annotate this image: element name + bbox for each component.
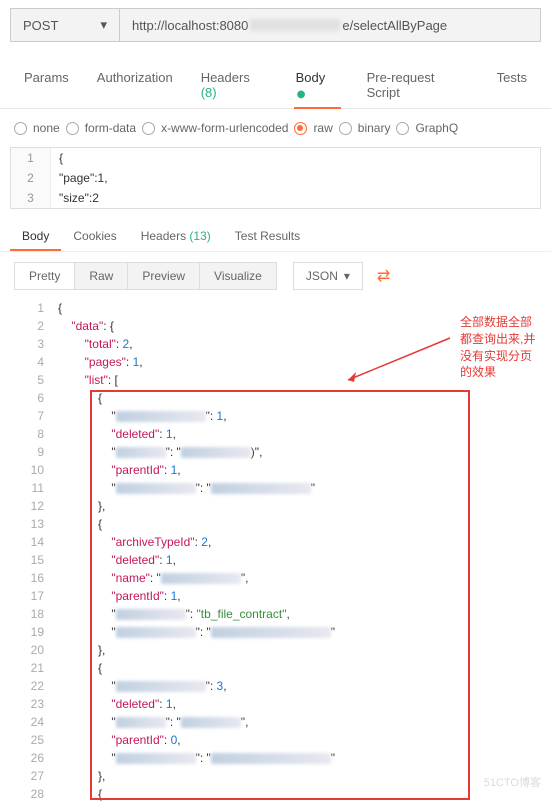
response-line: 24 "": "", bbox=[10, 714, 541, 732]
http-method-select[interactable]: POST ▾ bbox=[10, 8, 120, 42]
tab-params[interactable]: Params bbox=[10, 62, 83, 108]
response-line: 14 "archiveTypeId": 2, bbox=[10, 534, 541, 552]
response-line: 28 { bbox=[10, 786, 541, 804]
response-line: 7 "": 1, bbox=[10, 408, 541, 426]
view-raw[interactable]: Raw bbox=[75, 262, 128, 290]
url-blurred bbox=[250, 19, 340, 31]
response-line: 17 "parentId": 1, bbox=[10, 588, 541, 606]
radio-formdata[interactable]: form-data bbox=[66, 121, 136, 135]
response-line: 20 }, bbox=[10, 642, 541, 660]
chevron-down-icon: ▾ bbox=[100, 17, 107, 33]
radio-urlencoded[interactable]: x-www-form-urlencoded bbox=[142, 121, 288, 135]
modified-dot-icon: ● bbox=[296, 84, 307, 104]
response-line: 16 "name": "", bbox=[10, 570, 541, 588]
watermark: 51CTO博客 bbox=[484, 774, 541, 790]
response-line: 27 }, bbox=[10, 768, 541, 786]
response-line: 8 "deleted": 1, bbox=[10, 426, 541, 444]
response-body-viewer[interactable]: 全部数据全部 都查询出来,并 没有实现分页 的效果 1{2 "data": {3… bbox=[10, 300, 541, 804]
tab-headers[interactable]: Headers (8) bbox=[187, 62, 282, 108]
response-line: 22 "": 3, bbox=[10, 678, 541, 696]
format-select[interactable]: JSON ▾ bbox=[293, 262, 363, 290]
response-line: 13 { bbox=[10, 516, 541, 534]
tab-tests[interactable]: Tests bbox=[483, 62, 541, 108]
annotation-text: 全部数据全部 都查询出来,并 没有实现分页 的效果 bbox=[460, 314, 535, 381]
request-tabs: Params Authorization Headers (8) Body ● … bbox=[0, 50, 551, 109]
response-line: 21 { bbox=[10, 660, 541, 678]
view-visualize[interactable]: Visualize bbox=[200, 262, 277, 290]
tab-prerequest[interactable]: Pre-request Script bbox=[353, 62, 483, 108]
response-line: 9 "": ")", bbox=[10, 444, 541, 462]
chevron-down-icon: ▾ bbox=[344, 269, 350, 283]
view-pretty[interactable]: Pretty bbox=[14, 262, 75, 290]
radio-none[interactable]: none bbox=[14, 121, 60, 135]
response-line: 23 "deleted": 1, bbox=[10, 696, 541, 714]
response-view-controls: Pretty Raw Preview Visualize JSON ▾ ⇄ bbox=[0, 252, 551, 300]
response-line: 26 "": "" bbox=[10, 750, 541, 768]
response-line: 11 "": "" bbox=[10, 480, 541, 498]
rtab-body[interactable]: Body bbox=[10, 223, 61, 251]
rtab-cookies[interactable]: Cookies bbox=[61, 223, 128, 251]
body-type-radios: none form-data x-www-form-urlencoded raw… bbox=[0, 109, 551, 147]
tab-authorization[interactable]: Authorization bbox=[83, 62, 187, 108]
response-line: 15 "deleted": 1, bbox=[10, 552, 541, 570]
wrap-lines-icon[interactable]: ⇄ bbox=[377, 266, 390, 286]
tab-body[interactable]: Body ● bbox=[282, 62, 353, 108]
response-line: 10 "parentId": 1, bbox=[10, 462, 541, 480]
rtab-headers[interactable]: Headers (13) bbox=[129, 223, 223, 251]
rtab-testresults[interactable]: Test Results bbox=[223, 223, 312, 251]
response-line: 25 "parentId": 0, bbox=[10, 732, 541, 750]
radio-graphql[interactable]: GraphQ bbox=[396, 121, 458, 135]
radio-raw[interactable]: raw bbox=[294, 121, 332, 135]
response-tabs: Body Cookies Headers (13) Test Results bbox=[0, 209, 551, 252]
response-line: 12 }, bbox=[10, 498, 541, 516]
response-line: 6 { bbox=[10, 390, 541, 408]
view-preview[interactable]: Preview bbox=[128, 262, 200, 290]
response-line: 19 "": "" bbox=[10, 624, 541, 642]
radio-binary[interactable]: binary bbox=[339, 121, 391, 135]
http-method-value: POST bbox=[23, 18, 58, 33]
response-line: 18 "": "tb_file_contract", bbox=[10, 606, 541, 624]
request-body-editor[interactable]: 1{ 2"page":1, 3"size":2 bbox=[10, 147, 541, 209]
url-input[interactable]: http://localhost:8080e/selectAllByPage bbox=[120, 8, 541, 42]
